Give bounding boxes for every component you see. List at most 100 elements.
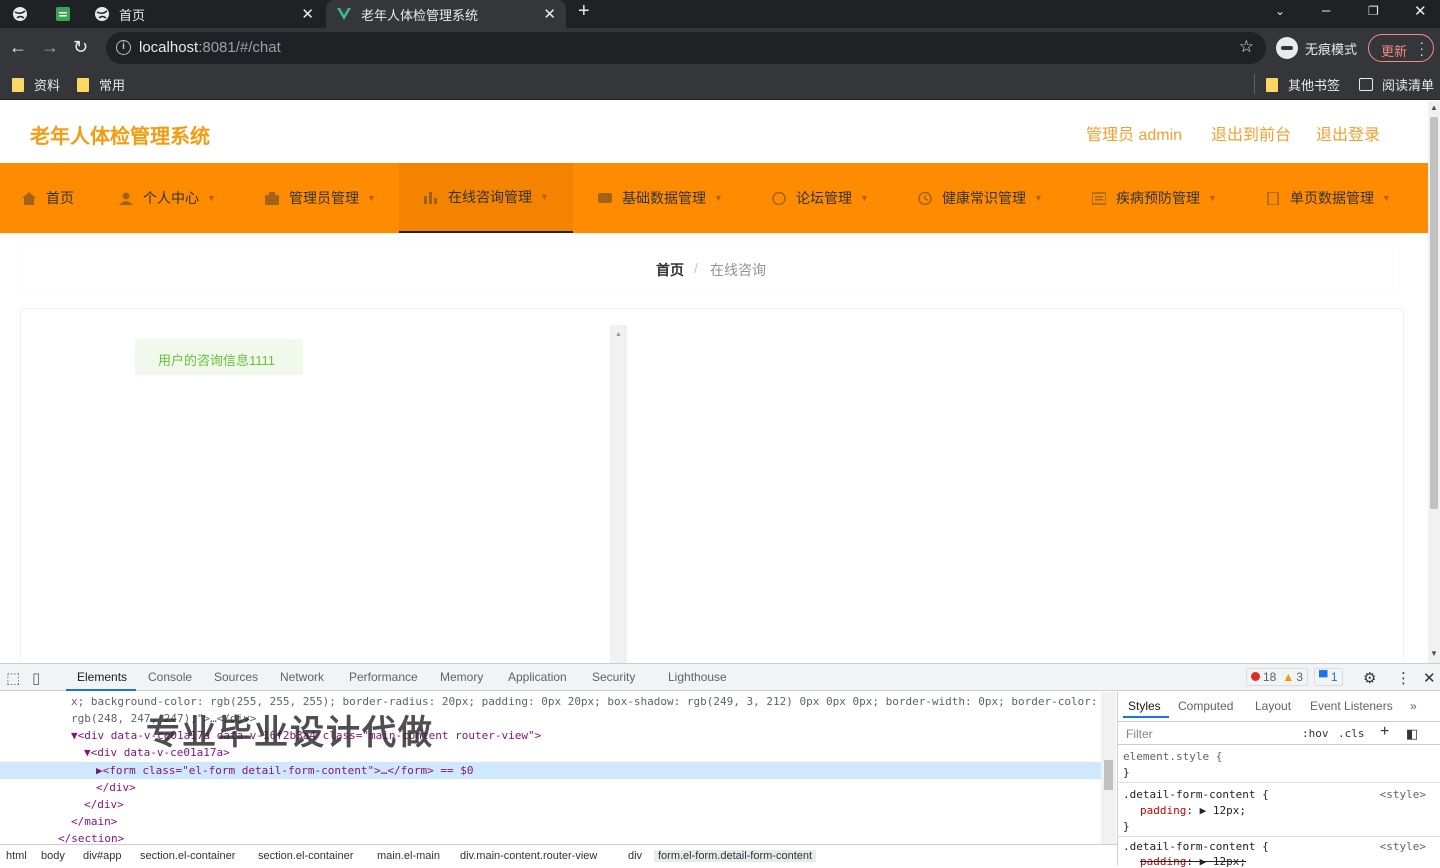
menu-item-home[interactable]: 首页	[22, 163, 74, 233]
elements-scrollbar[interactable]	[1101, 692, 1116, 844]
menu-label: 管理员管理	[289, 190, 359, 206]
devtools-tab-sources[interactable]: Sources	[214, 670, 258, 684]
dom-line[interactable]: </div>	[96, 781, 136, 798]
css-rule-source[interactable]: <style>	[1380, 788, 1426, 801]
close-icon[interactable]: ✕	[1423, 669, 1436, 687]
devtools-tab-console[interactable]: Console	[148, 670, 192, 684]
menu-item-forum-management[interactable]: 论坛管理 ▼	[772, 163, 869, 233]
css-rule-selector[interactable]: element.style {	[1123, 750, 1222, 763]
menu-dots-icon[interactable]: · · ·	[1419, 35, 1424, 61]
scroll-down-arrow-icon[interactable]: ▼	[1430, 649, 1438, 658]
gear-icon[interactable]: ⚙	[1363, 669, 1376, 687]
menu-item-online-consult-management[interactable]: 在线咨询管理 ▼	[399, 163, 573, 233]
devtools-tab-network[interactable]: Network	[280, 670, 324, 684]
devtools-tab-application[interactable]: Application	[508, 670, 567, 684]
update-button[interactable]: 更新 · · ·	[1368, 34, 1434, 62]
computed-tab[interactable]: Computed	[1178, 699, 1233, 713]
dom-line[interactable]: </main>	[71, 815, 117, 832]
browser-tab-home[interactable]: 首页 ✕	[94, 0, 326, 28]
more-options-icon[interactable]: ⋮	[1396, 669, 1411, 687]
browser-tab-pinned[interactable]	[12, 0, 37, 28]
bookmark-folder[interactable]: 资料	[12, 75, 60, 94]
close-tab-icon[interactable]: ✕	[301, 5, 314, 23]
back-icon[interactable]: ←	[9, 37, 27, 58]
address-bar[interactable]: i localhost:8081/#/chat ☆	[106, 32, 1266, 64]
dom-line[interactable]: </div>	[84, 798, 124, 815]
scrollbar-thumb[interactable]	[1430, 117, 1438, 509]
breadcrumb-home[interactable]: 首页	[656, 260, 684, 280]
menu-item-single-page-data-management[interactable]: 单页数据管理 ▼	[1266, 163, 1391, 233]
breadcrumb-separator: /	[694, 260, 698, 276]
admin-icon	[265, 191, 279, 205]
menu-item-health-knowledge-management[interactable]: 健康常识管理 ▼	[918, 163, 1043, 233]
reload-icon[interactable]: ↻	[73, 37, 88, 58]
exit-to-frontend-link[interactable]: 退出到前台	[1211, 121, 1291, 145]
layout-tab[interactable]: Layout	[1255, 699, 1291, 713]
chat-scrollbar[interactable]: ▲	[610, 325, 627, 663]
dom-line[interactable]: </section>	[58, 832, 124, 844]
browser-tab-sheets[interactable]	[55, 0, 80, 28]
user-icon	[119, 192, 133, 205]
other-bookmarks[interactable]: 其他书签	[1266, 75, 1340, 94]
dom-crumb[interactable]: section.el-container	[140, 850, 235, 862]
menu-item-basic-data-management[interactable]: 基础数据管理 ▼	[598, 163, 723, 233]
scroll-up-arrow-icon[interactable]: ▲	[615, 331, 622, 338]
chat-message-list[interactable]	[116, 325, 610, 663]
warning-count: 3	[1296, 670, 1303, 684]
devtools-tab-elements[interactable]: Elements	[77, 670, 127, 684]
dom-crumb[interactable]: html	[6, 850, 27, 862]
toggle-sidebar-icon[interactable]: ◧	[1406, 726, 1418, 742]
css-rule-selector[interactable]: .detail-form-content {	[1123, 840, 1269, 853]
tab-search-icon[interactable]: ⌄	[1275, 4, 1285, 18]
dom-line-selected[interactable]: ▶<form class="el-form detail-form-conten…	[96, 764, 474, 781]
reading-list[interactable]: 阅读清单	[1359, 75, 1434, 94]
forward-icon[interactable]: →	[41, 37, 59, 58]
filter-input[interactable]: Filter	[1126, 727, 1153, 741]
scroll-up-arrow-icon[interactable]: ▲	[1430, 103, 1438, 112]
admin-user-link[interactable]: 管理员 admin	[1086, 121, 1182, 145]
dom-crumb[interactable]: body	[41, 850, 65, 862]
logout-link[interactable]: 退出登录	[1316, 121, 1380, 145]
minimize-icon[interactable]: –	[1322, 2, 1330, 19]
more-tabs-icon[interactable]: »	[1410, 699, 1417, 713]
scrollbar-thumb[interactable]	[1104, 760, 1113, 790]
styles-filter-bar: Filter :hov .cls + ◧	[1118, 721, 1440, 745]
devtools-tab-memory[interactable]: Memory	[440, 670, 483, 684]
dom-crumb[interactable]: div.main-content.router-view	[460, 850, 597, 862]
devtools-tab-security[interactable]: Security	[592, 670, 635, 684]
close-tab-icon[interactable]: ✕	[543, 5, 556, 23]
menu-item-disease-prevention-management[interactable]: 疾病预防管理 ▼	[1091, 163, 1217, 233]
close-window-icon[interactable]: ✕	[1414, 2, 1427, 20]
dom-crumb[interactable]: div#app	[83, 850, 122, 862]
data-icon	[598, 192, 612, 205]
new-tab-icon[interactable]: +	[578, 0, 590, 23]
css-declaration-overridden[interactable]: padding: ▶ 12px;	[1140, 855, 1246, 868]
site-info-icon[interactable]: i	[116, 40, 131, 55]
page-scrollbar[interactable]: ▲ ▼	[1428, 101, 1440, 663]
restore-icon[interactable]: ❐	[1368, 4, 1379, 18]
messages-badge[interactable]: ▀ 1	[1314, 668, 1343, 686]
css-rule-source[interactable]: <style>	[1380, 840, 1426, 853]
dom-crumb[interactable]: main.el-main	[377, 850, 440, 862]
menu-item-personal-center[interactable]: 个人中心 ▼	[119, 163, 216, 233]
menu-item-admin-management[interactable]: 管理员管理 ▼	[265, 163, 376, 233]
class-toggle[interactable]: .cls	[1338, 727, 1365, 740]
dom-crumb[interactable]: section.el-container	[258, 850, 353, 862]
issues-badge[interactable]: 18 ▲ 3	[1246, 668, 1308, 686]
add-rule-icon[interactable]: +	[1380, 723, 1389, 741]
styles-tab[interactable]: Styles	[1128, 699, 1161, 713]
bookmark-star-icon[interactable]: ☆	[1239, 37, 1254, 57]
devtools-tab-performance[interactable]: Performance	[349, 670, 418, 684]
hover-state-toggle[interactable]: :hov	[1302, 727, 1329, 740]
css-rule-selector[interactable]: .detail-form-content {	[1123, 788, 1269, 801]
devtools-tab-lighthouse[interactable]: Lighthouse	[668, 670, 727, 684]
device-toolbar-icon[interactable]: ▯	[32, 669, 40, 687]
browser-tab-active[interactable]: 老年人体检管理系统 ✕	[326, 0, 566, 28]
dom-crumb[interactable]: div	[628, 850, 642, 862]
event-listeners-tab[interactable]: Event Listeners	[1310, 699, 1393, 713]
inspect-element-icon[interactable]: ⬚	[6, 669, 20, 687]
incognito-indicator[interactable]: 无痕模式	[1276, 37, 1357, 59]
bookmark-folder[interactable]: 常用	[77, 75, 125, 94]
dom-crumb-selected[interactable]: form.el-form.detail-form-content	[654, 850, 817, 862]
css-declaration[interactable]: padding: ▶ 12px;	[1140, 804, 1246, 817]
